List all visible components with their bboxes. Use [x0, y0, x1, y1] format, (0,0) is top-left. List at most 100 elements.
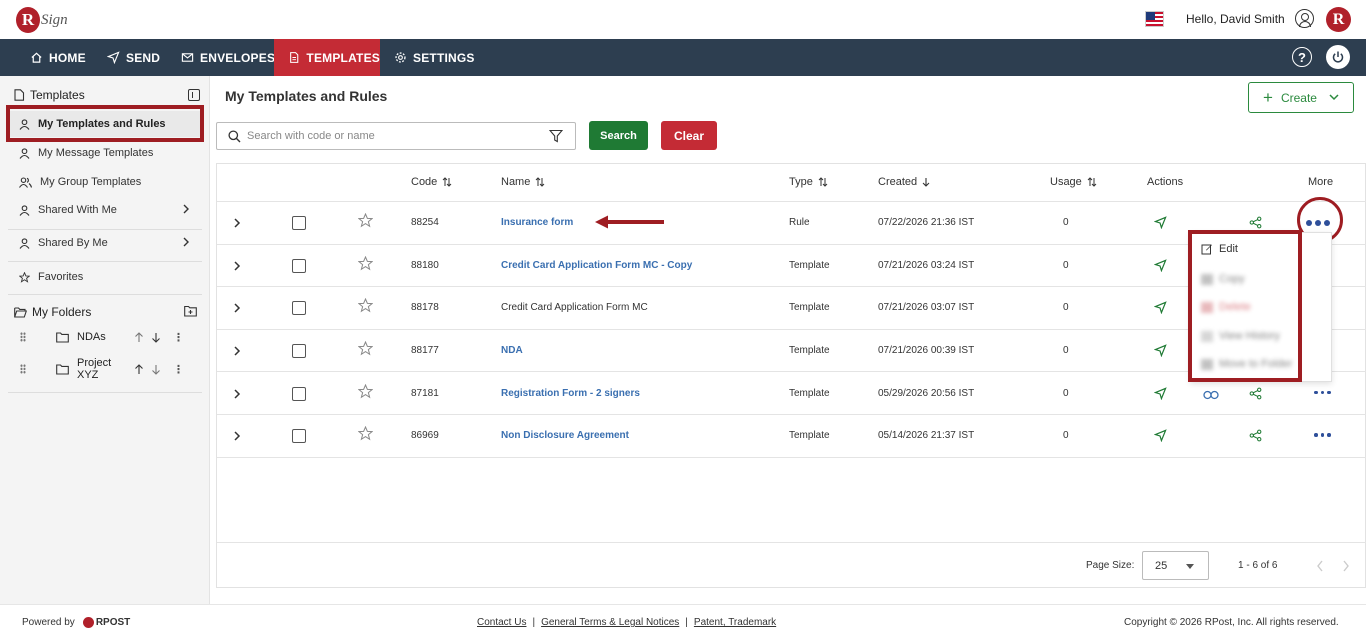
sort-icon: [1087, 177, 1097, 187]
help-icon[interactable]: ?: [1292, 47, 1312, 67]
folders-title: My Folders: [32, 305, 92, 319]
chevron-right-icon[interactable]: [1342, 560, 1350, 572]
star-icon[interactable]: [357, 340, 374, 359]
template-name-link[interactable]: Credit Card Application Form MC - Copy: [501, 260, 692, 271]
sidebar-item-shared-by-me[interactable]: Shared By Me: [8, 230, 202, 256]
footer: Powered by RPOST Contact Us | General Te…: [0, 604, 1366, 638]
row-created: 05/14/2026 21:37 IST: [878, 430, 975, 442]
add-folder-icon[interactable]: [184, 305, 197, 317]
search-button[interactable]: Search: [589, 121, 648, 150]
row-code: 88177: [411, 345, 439, 357]
star-icon[interactable]: [357, 298, 374, 316]
sidebar-item-label: Shared By Me: [38, 237, 108, 249]
template-name-link[interactable]: Insurance form: [501, 217, 573, 228]
contact-link[interactable]: Contact Us: [477, 617, 526, 628]
arrow-down-icon[interactable]: [151, 332, 161, 343]
more-options-icon[interactable]: [1314, 390, 1331, 395]
patent-link[interactable]: Patent, Trademark: [694, 617, 776, 628]
row-checkbox[interactable]: [292, 429, 306, 444]
folder-row[interactable]: Project XYZ ⋮: [20, 357, 200, 381]
nav-home[interactable]: HOME: [30, 39, 86, 76]
arrow-up-icon[interactable]: [134, 331, 144, 343]
row-usage: 0: [1063, 302, 1069, 314]
row-checkbox[interactable]: [292, 301, 306, 316]
expand-chevron-icon[interactable]: [233, 217, 241, 232]
sidebar-title: Templates: [30, 88, 85, 102]
more-options-icon[interactable]: [1314, 433, 1331, 437]
drag-handle-icon[interactable]: [20, 364, 26, 374]
arrow-down-icon[interactable]: [151, 364, 161, 375]
main-nav: HOME SEND ENVELOPES TEMPLATES SETTINGS ?: [0, 39, 1366, 76]
table-row[interactable]: 86969 Non Disclosure Agreement Template 05/…: [217, 415, 1366, 458]
expand-chevron-icon[interactable]: [233, 345, 241, 360]
row-usage: 0: [1063, 217, 1069, 229]
column-header-created[interactable]: Created: [878, 176, 930, 188]
top-bar: R Sign Hello, David Smith R: [0, 0, 1366, 39]
row-checkbox[interactable]: [292, 386, 306, 401]
send-icon[interactable]: [1153, 259, 1167, 275]
us-flag-icon[interactable]: [1145, 11, 1164, 27]
user-profile-icon[interactable]: [1295, 9, 1314, 28]
column-header-type[interactable]: Type: [789, 176, 828, 188]
person-icon: [19, 204, 30, 216]
column-header-usage[interactable]: Usage: [1050, 176, 1097, 188]
sidebar-item-group-templates[interactable]: My Group Templates: [8, 169, 202, 195]
column-header-name[interactable]: Name: [501, 176, 545, 188]
star-icon[interactable]: [357, 255, 374, 274]
terms-link[interactable]: General Terms & Legal Notices: [541, 617, 679, 628]
row-checkbox[interactable]: [292, 258, 306, 273]
send-icon[interactable]: [1153, 429, 1167, 445]
sidebar-item-message-templates[interactable]: My Message Templates: [8, 140, 202, 166]
folder-icon: [56, 363, 69, 375]
row-code: 88180: [411, 259, 439, 271]
arrow-up-icon[interactable]: [134, 363, 144, 375]
send-icon[interactable]: [1153, 301, 1167, 317]
kebab-menu-icon[interactable]: ⋮: [173, 331, 184, 344]
nav-templates[interactable]: TEMPLATES: [274, 39, 380, 76]
drag-handle-icon[interactable]: [20, 332, 26, 342]
share-icon[interactable]: [1249, 429, 1262, 445]
star-icon[interactable]: [357, 426, 374, 444]
expand-chevron-icon[interactable]: [233, 430, 241, 445]
folder-row[interactable]: NDAs ⋮: [20, 326, 200, 348]
nav-envelopes[interactable]: ENVELOPES: [181, 39, 275, 76]
link-icon[interactable]: [1203, 389, 1219, 403]
collapse-sidebar-icon[interactable]: [188, 89, 200, 101]
filter-icon[interactable]: [549, 129, 563, 143]
template-name: Credit Card Application Form MC: [501, 302, 648, 314]
row-checkbox[interactable]: [292, 344, 306, 359]
expand-chevron-icon[interactable]: [233, 388, 241, 403]
row-type: Rule: [789, 217, 810, 229]
nav-settings[interactable]: SETTINGS: [394, 39, 475, 76]
send-icon[interactable]: [1153, 344, 1167, 360]
power-icon[interactable]: [1326, 45, 1350, 69]
rsign-logo[interactable]: R Sign: [16, 5, 68, 35]
folder-open-icon: [14, 306, 27, 318]
star-icon[interactable]: [357, 213, 374, 231]
chevron-left-icon[interactable]: [1316, 560, 1324, 572]
clear-button[interactable]: Clear: [661, 121, 717, 150]
column-header-actions: Actions: [1147, 176, 1183, 188]
plus-icon: +: [1263, 87, 1273, 107]
template-name-link[interactable]: NDA: [501, 345, 523, 356]
expand-chevron-icon[interactable]: [233, 260, 241, 275]
expand-chevron-icon[interactable]: [233, 302, 241, 317]
star-icon[interactable]: [357, 383, 374, 402]
page-size-select[interactable]: 25: [1142, 551, 1209, 580]
nav-send[interactable]: SEND: [107, 39, 160, 76]
send-icon[interactable]: [1153, 216, 1167, 232]
sidebar-item-label: My Message Templates: [38, 147, 154, 159]
search-input[interactable]: [247, 128, 547, 144]
send-icon[interactable]: [1153, 386, 1167, 403]
create-button[interactable]: + Create: [1248, 82, 1354, 113]
sidebar-item-favorites[interactable]: Favorites: [8, 264, 202, 290]
kebab-menu-icon[interactable]: ⋮: [173, 363, 184, 376]
divider: [8, 294, 202, 295]
row-checkbox[interactable]: [292, 216, 306, 231]
sidebar-item-shared-with-me[interactable]: Shared With Me: [8, 197, 202, 223]
column-header-label: Created: [878, 176, 918, 188]
template-name-link[interactable]: Registration Form - 2 signers: [501, 388, 640, 399]
share-icon[interactable]: [1249, 387, 1262, 403]
template-name-link[interactable]: Non Disclosure Agreement: [501, 430, 629, 441]
column-header-code[interactable]: Code: [411, 176, 452, 188]
